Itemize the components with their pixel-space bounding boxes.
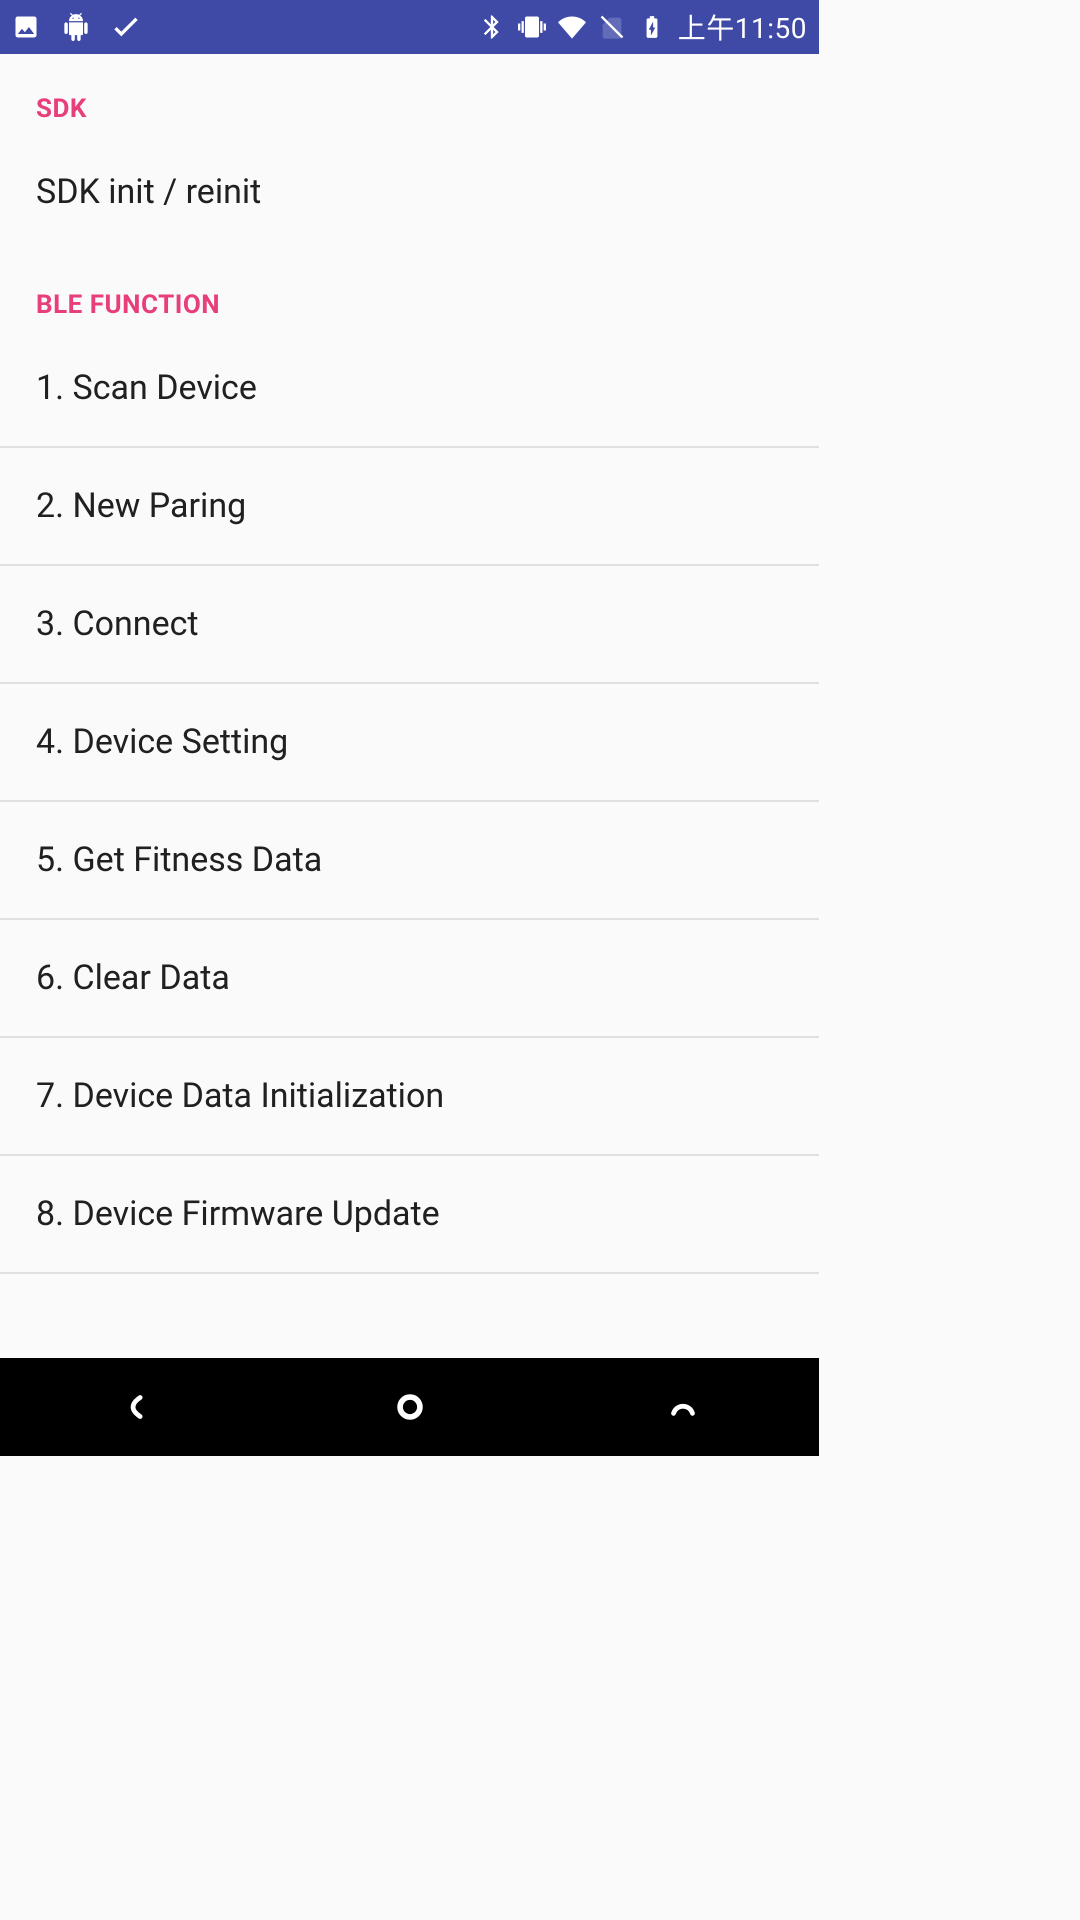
list-item-scan-device[interactable]: 1. Scan Device — [0, 330, 819, 446]
wifi-icon — [558, 13, 586, 41]
battery-charging-icon — [638, 13, 666, 41]
list-item-clear-data[interactable]: 6. Clear Data — [0, 920, 819, 1036]
list-item-sdk-init[interactable]: SDK init / reinit — [0, 134, 819, 250]
picture-icon — [12, 13, 40, 41]
list-item-firmware-update[interactable]: 8. Device Firmware Update — [0, 1156, 819, 1272]
nav-home-button[interactable] — [350, 1377, 470, 1437]
content-area: SDK SDK init / reinit BLE FUNCTION 1. Sc… — [0, 54, 819, 1358]
divider — [0, 1272, 819, 1274]
no-sim-icon — [598, 13, 626, 41]
nav-recent-button[interactable] — [623, 1377, 743, 1437]
status-bar: 上午11:50 — [0, 0, 819, 54]
bluetooth-icon — [478, 13, 506, 41]
list-item-connect[interactable]: 3. Connect — [0, 566, 819, 682]
status-left-icons — [12, 13, 140, 41]
nav-bar — [0, 1358, 819, 1456]
nav-back-button[interactable] — [77, 1377, 197, 1437]
status-right-icons: 上午11:50 — [478, 7, 807, 47]
section-header-sdk: SDK — [0, 54, 819, 134]
list-item-get-fitness-data[interactable]: 5. Get Fitness Data — [0, 802, 819, 918]
list-item-new-paring[interactable]: 2. New Paring — [0, 448, 819, 564]
list-item-device-data-init[interactable]: 7. Device Data Initialization — [0, 1038, 819, 1154]
section-header-ble: BLE FUNCTION — [0, 250, 819, 330]
list-item-device-setting[interactable]: 4. Device Setting — [0, 684, 819, 800]
android-icon — [62, 13, 90, 41]
check-icon — [112, 13, 140, 41]
vibrate-icon — [518, 13, 546, 41]
status-time: 上午11:50 — [678, 7, 807, 47]
